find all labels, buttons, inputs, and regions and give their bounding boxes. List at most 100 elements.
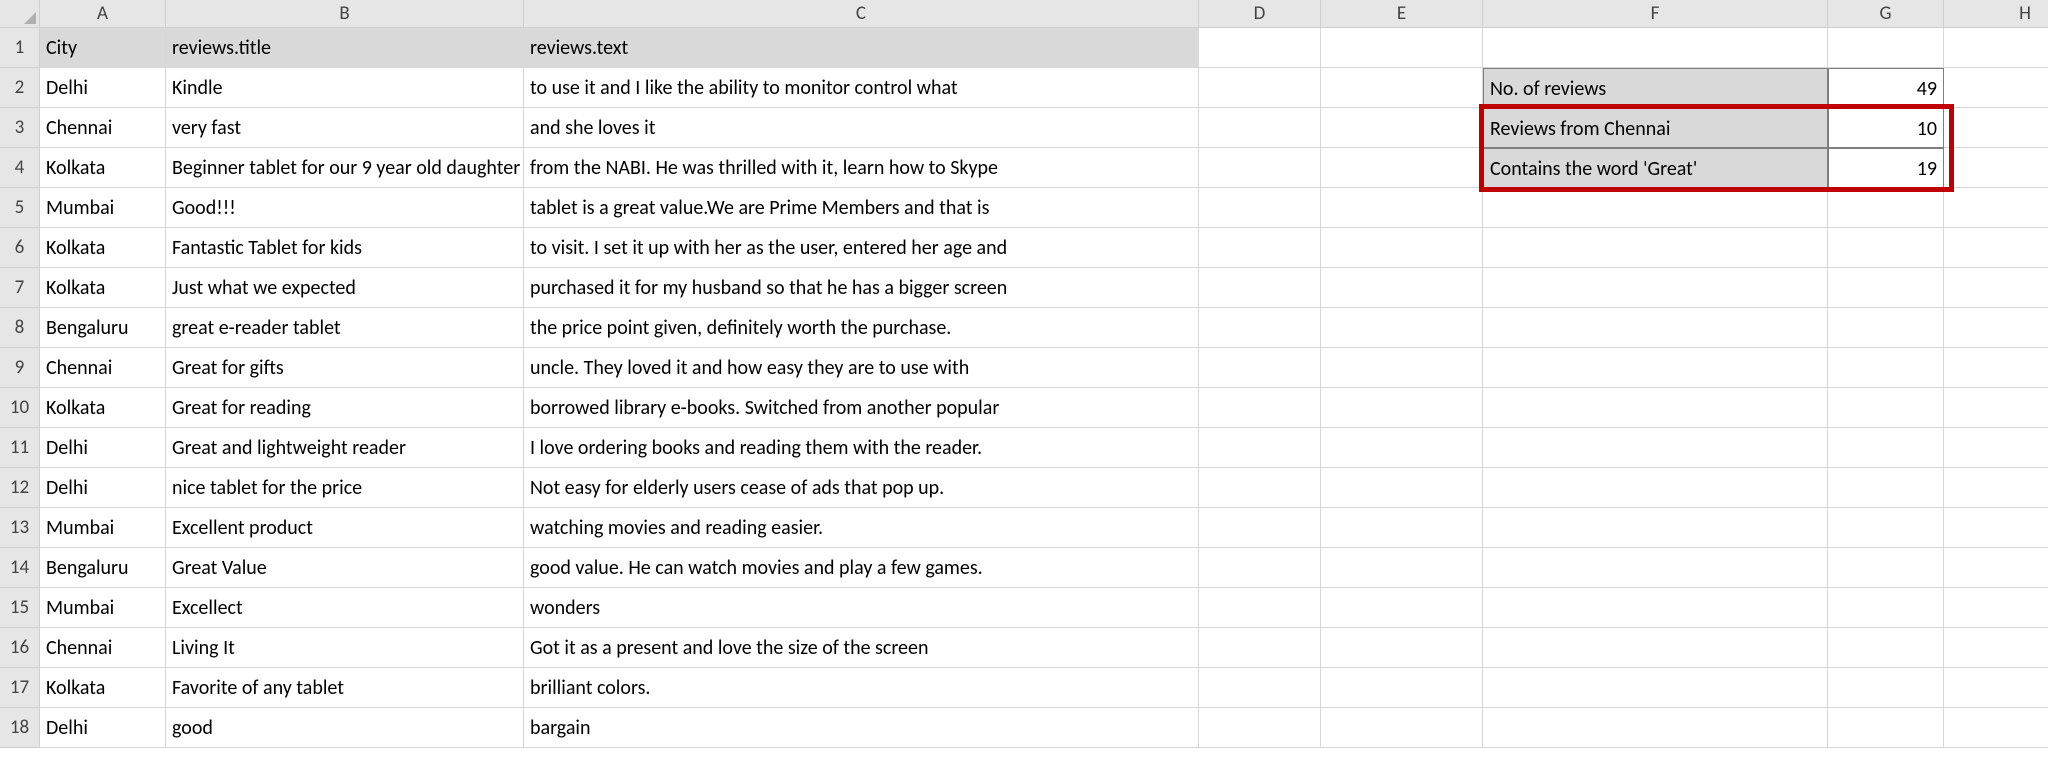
cell-H5[interactable] [1944,188,2048,228]
cell-D12[interactable] [1199,468,1321,508]
cell-D8[interactable] [1199,308,1321,348]
cell-B18[interactable]: good [166,708,524,748]
cell-D16[interactable] [1199,628,1321,668]
row-header-13[interactable]: 13 [0,508,40,548]
cell-B10[interactable]: Great for reading [166,388,524,428]
cell-E18[interactable] [1321,708,1483,748]
cell-C2[interactable]: to use it and I like the ability to moni… [524,68,1199,108]
row-header-1[interactable]: 1 [0,28,40,68]
row-header-2[interactable]: 2 [0,68,40,108]
cell-A17[interactable]: Kolkata [40,668,166,708]
cell-B14[interactable]: Great Value [166,548,524,588]
cell-A13[interactable]: Mumbai [40,508,166,548]
cell-H12[interactable] [1944,468,2048,508]
cell-D7[interactable] [1199,268,1321,308]
cell-D5[interactable] [1199,188,1321,228]
cell-F13[interactable] [1483,508,1828,548]
cell-D13[interactable] [1199,508,1321,548]
row-header-10[interactable]: 10 [0,388,40,428]
row-header-17[interactable]: 17 [0,668,40,708]
cell-C15[interactable]: wonders [524,588,1199,628]
cell-B1[interactable]: reviews.title [166,28,524,68]
cell-A11[interactable]: Delhi [40,428,166,468]
spreadsheet[interactable]: A B C D E F G H 1 2 3 4 5 6 7 8 9 10 11 … [0,0,2048,763]
cell-E13[interactable] [1321,508,1483,548]
cell-F18[interactable] [1483,708,1828,748]
cell-D18[interactable] [1199,708,1321,748]
cell-F1[interactable] [1483,28,1828,68]
cell-F10[interactable] [1483,388,1828,428]
cell-E7[interactable] [1321,268,1483,308]
cell-E16[interactable] [1321,628,1483,668]
cell-G10[interactable] [1828,388,1944,428]
cell-F4[interactable]: Contains the word 'Great' [1483,148,1828,188]
cell-G13[interactable] [1828,508,1944,548]
cell-F7[interactable] [1483,268,1828,308]
cell-C14[interactable]: good value. He can watch movies and play… [524,548,1199,588]
cell-C13[interactable]: watching movies and reading easier. [524,508,1199,548]
cell-B7[interactable]: Just what we expected [166,268,524,308]
cell-G11[interactable] [1828,428,1944,468]
cell-G1[interactable] [1828,28,1944,68]
cell-F6[interactable] [1483,228,1828,268]
cell-F9[interactable] [1483,348,1828,388]
cell-F14[interactable] [1483,548,1828,588]
cell-C6[interactable]: to visit. I set it up with her as the us… [524,228,1199,268]
cell-A16[interactable]: Chennai [40,628,166,668]
cell-H9[interactable] [1944,348,2048,388]
cell-A1[interactable]: City [40,28,166,68]
cell-G6[interactable] [1828,228,1944,268]
cell-D15[interactable] [1199,588,1321,628]
cell-D9[interactable] [1199,348,1321,388]
cell-A12[interactable]: Delhi [40,468,166,508]
cell-H14[interactable] [1944,548,2048,588]
cell-F8[interactable] [1483,308,1828,348]
select-all-corner[interactable] [0,0,40,28]
row-header-16[interactable]: 16 [0,628,40,668]
cell-G8[interactable] [1828,308,1944,348]
cell-A8[interactable]: Bengaluru [40,308,166,348]
cell-D17[interactable] [1199,668,1321,708]
cell-A7[interactable]: Kolkata [40,268,166,308]
cell-E9[interactable] [1321,348,1483,388]
row-header-14[interactable]: 14 [0,548,40,588]
cell-H15[interactable] [1944,588,2048,628]
cell-B9[interactable]: Great for gifts [166,348,524,388]
cell-C5[interactable]: tablet is a great value.We are Prime Mem… [524,188,1199,228]
col-header-E[interactable]: E [1321,0,1483,28]
cell-A9[interactable]: Chennai [40,348,166,388]
cell-B16[interactable]: Living It [166,628,524,668]
col-header-G[interactable]: G [1828,0,1944,28]
cell-E14[interactable] [1321,548,1483,588]
cell-D10[interactable] [1199,388,1321,428]
row-header-7[interactable]: 7 [0,268,40,308]
cell-C3[interactable]: and she loves it [524,108,1199,148]
cell-F17[interactable] [1483,668,1828,708]
row-header-6[interactable]: 6 [0,228,40,268]
cell-G14[interactable] [1828,548,1944,588]
cell-G16[interactable] [1828,628,1944,668]
cell-F11[interactable] [1483,428,1828,468]
col-header-F[interactable]: F [1483,0,1828,28]
cell-A3[interactable]: Chennai [40,108,166,148]
cell-F5[interactable] [1483,188,1828,228]
cell-G9[interactable] [1828,348,1944,388]
row-header-3[interactable]: 3 [0,108,40,148]
cell-C10[interactable]: borrowed library e-books. Switched from … [524,388,1199,428]
cell-C17[interactable]: brilliant colors. [524,668,1199,708]
cell-E8[interactable] [1321,308,1483,348]
cell-F2[interactable]: No. of reviews [1483,68,1828,108]
row-header-5[interactable]: 5 [0,188,40,228]
cell-F16[interactable] [1483,628,1828,668]
cell-H4[interactable] [1944,148,2048,188]
cell-A5[interactable]: Mumbai [40,188,166,228]
cell-B6[interactable]: Fantastic Tablet for kids [166,228,524,268]
cell-E1[interactable] [1321,28,1483,68]
cell-H7[interactable] [1944,268,2048,308]
cell-H13[interactable] [1944,508,2048,548]
cell-H16[interactable] [1944,628,2048,668]
cell-E15[interactable] [1321,588,1483,628]
col-header-A[interactable]: A [40,0,166,28]
cell-H2[interactable] [1944,68,2048,108]
cell-H17[interactable] [1944,668,2048,708]
